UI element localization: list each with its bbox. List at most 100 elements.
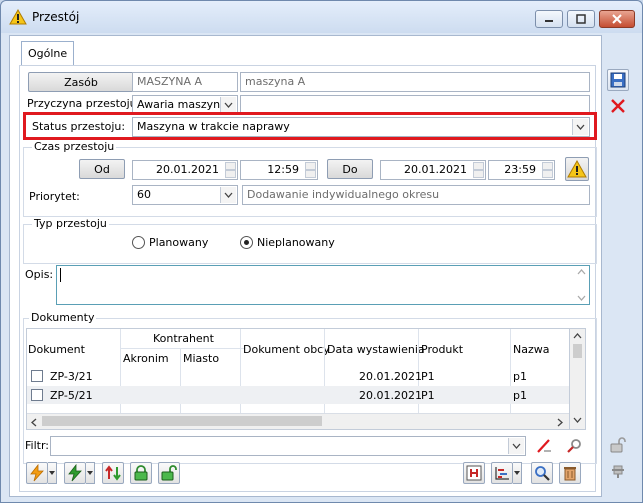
from-date-field[interactable]: 20.01.2021 bbox=[132, 160, 238, 180]
chevron-left-icon[interactable] bbox=[31, 418, 37, 427]
row-checkbox[interactable] bbox=[31, 370, 43, 382]
header-contractor[interactable]: Kontrahent bbox=[153, 332, 214, 345]
to-date-field[interactable]: 20.01.2021 bbox=[380, 160, 486, 180]
header-document[interactable]: Dokument bbox=[28, 343, 85, 356]
padlock-closed-icon bbox=[134, 465, 148, 481]
generate-button[interactable] bbox=[26, 462, 48, 484]
header-foreign-doc[interactable]: Dokument obcy bbox=[243, 343, 330, 356]
to-button[interactable]: Do bbox=[327, 159, 373, 179]
delete-button[interactable] bbox=[559, 462, 581, 484]
priority-description-field[interactable]: Dodawanie indywidualnego okresu bbox=[242, 185, 590, 205]
caret-down-icon bbox=[514, 471, 520, 475]
vertical-scrollbar[interactable] bbox=[570, 328, 586, 430]
description-label: Opis: bbox=[25, 268, 54, 281]
to-button-label: Do bbox=[342, 162, 358, 176]
history-button[interactable] bbox=[463, 462, 485, 484]
filter-combobox[interactable] bbox=[50, 436, 526, 456]
pin-button[interactable] bbox=[607, 460, 629, 482]
from-button-label: Od bbox=[94, 162, 110, 176]
chart-dropdown[interactable] bbox=[513, 462, 522, 484]
radio-unplanned[interactable] bbox=[240, 236, 253, 249]
minimize-button[interactable] bbox=[535, 10, 563, 28]
chart-button[interactable] bbox=[491, 462, 513, 484]
cancel-button[interactable] bbox=[607, 95, 629, 117]
status-select[interactable]: Maszyna w trakcie naprawy bbox=[132, 117, 590, 137]
title-bar[interactable]: Przestój bbox=[1, 1, 642, 33]
warning-triangle-icon bbox=[567, 160, 587, 178]
filter-settings-button[interactable] bbox=[563, 435, 585, 457]
scrollbar-thumb[interactable] bbox=[573, 344, 582, 358]
priority-select[interactable]: 60 bbox=[132, 185, 238, 205]
cell-product: P1 bbox=[421, 370, 435, 383]
close-window-button[interactable] bbox=[599, 10, 635, 28]
header-city[interactable]: Miasto bbox=[183, 352, 219, 365]
chevron-down-icon[interactable] bbox=[577, 295, 586, 301]
generate-green-button[interactable] bbox=[64, 462, 86, 484]
contractor-header-divider bbox=[121, 348, 245, 349]
tab-label: Ogólne bbox=[28, 47, 68, 60]
from-time-spinner[interactable] bbox=[305, 162, 316, 178]
radio-planned[interactable] bbox=[132, 236, 145, 249]
preview-button[interactable] bbox=[531, 462, 553, 484]
to-time-field[interactable]: 23:59 bbox=[488, 160, 555, 180]
window-title: Przestój bbox=[32, 10, 80, 24]
header-name[interactable]: Nazwa bbox=[513, 343, 549, 356]
row-checkbox[interactable] bbox=[31, 389, 43, 401]
scrollbar-thumb[interactable] bbox=[42, 416, 322, 426]
close-icon bbox=[612, 14, 622, 24]
table-row[interactable]: ZP-3/21 20.01.2021 P1 p1 bbox=[27, 367, 569, 385]
resource-name-field[interactable]: maszyna A bbox=[240, 72, 590, 92]
generate-green-dropdown[interactable] bbox=[86, 462, 95, 484]
chevron-down-icon[interactable] bbox=[220, 187, 236, 203]
from-time-field[interactable]: 12:59 bbox=[240, 160, 318, 180]
description-textarea[interactable] bbox=[56, 265, 590, 305]
clear-filter-icon bbox=[537, 439, 551, 453]
unlock-green-button[interactable] bbox=[158, 462, 180, 484]
warning-button[interactable] bbox=[565, 157, 589, 181]
from-button[interactable]: Od bbox=[79, 159, 125, 179]
header-product[interactable]: Produkt bbox=[421, 343, 463, 356]
clear-filter-button[interactable] bbox=[533, 435, 555, 457]
resource-button[interactable]: Zasób bbox=[28, 72, 134, 92]
chevron-up-icon[interactable] bbox=[573, 333, 582, 339]
lightning-orange-icon bbox=[30, 464, 44, 482]
form-content: Ogólne Zasób MASZYNA A maszyna A Przyczy… bbox=[9, 35, 602, 497]
resource-button-label: Zasób bbox=[64, 75, 98, 89]
header-issue-date[interactable]: Data wystawienia bbox=[327, 343, 425, 356]
chevron-up-icon[interactable] bbox=[577, 269, 586, 275]
resource-code-field[interactable]: MASZYNA A bbox=[132, 72, 238, 92]
text-cursor bbox=[60, 268, 61, 282]
lock-button[interactable] bbox=[130, 462, 152, 484]
from-date-spinner[interactable] bbox=[225, 162, 236, 178]
to-date-value: 20.01.2021 bbox=[404, 163, 467, 176]
chevron-right-icon[interactable] bbox=[557, 418, 563, 427]
cell-document: ZP-5/21 bbox=[50, 389, 93, 402]
to-time-spinner[interactable] bbox=[542, 162, 553, 178]
caret-down-icon bbox=[49, 471, 55, 475]
chevron-down-icon[interactable] bbox=[573, 417, 582, 423]
sort-arrows-icon bbox=[105, 465, 121, 481]
header-acronym[interactable]: Akronim bbox=[123, 352, 169, 365]
history-h-icon bbox=[466, 465, 482, 481]
time-group-box bbox=[23, 147, 597, 217]
save-button[interactable] bbox=[607, 69, 629, 91]
radio-planned-label[interactable]: Planowany bbox=[149, 236, 208, 249]
maximize-button[interactable] bbox=[567, 10, 595, 28]
horizontal-scrollbar[interactable] bbox=[27, 413, 569, 429]
radio-unplanned-label[interactable]: Nieplanowany bbox=[257, 236, 335, 249]
sort-button[interactable] bbox=[102, 462, 124, 484]
warning-triangle-icon bbox=[9, 9, 27, 25]
lightning-green-icon bbox=[68, 464, 82, 482]
to-date-spinner[interactable] bbox=[473, 162, 484, 178]
generate-dropdown[interactable] bbox=[48, 462, 57, 484]
tab-ogolne[interactable]: Ogólne bbox=[21, 41, 75, 66]
chevron-down-icon[interactable] bbox=[220, 97, 236, 113]
from-date-value: 20.01.2021 bbox=[156, 163, 219, 176]
chevron-down-icon[interactable] bbox=[572, 119, 588, 135]
status-label: Status przestoju: bbox=[32, 120, 126, 133]
table-row[interactable]: ZP-5/21 20.01.2021 P1 p1 bbox=[27, 386, 569, 404]
minimize-icon bbox=[545, 20, 553, 22]
time-group-label: Czas przestoju bbox=[32, 140, 117, 153]
unlock-button[interactable] bbox=[607, 434, 629, 456]
chevron-down-icon[interactable] bbox=[508, 438, 524, 454]
